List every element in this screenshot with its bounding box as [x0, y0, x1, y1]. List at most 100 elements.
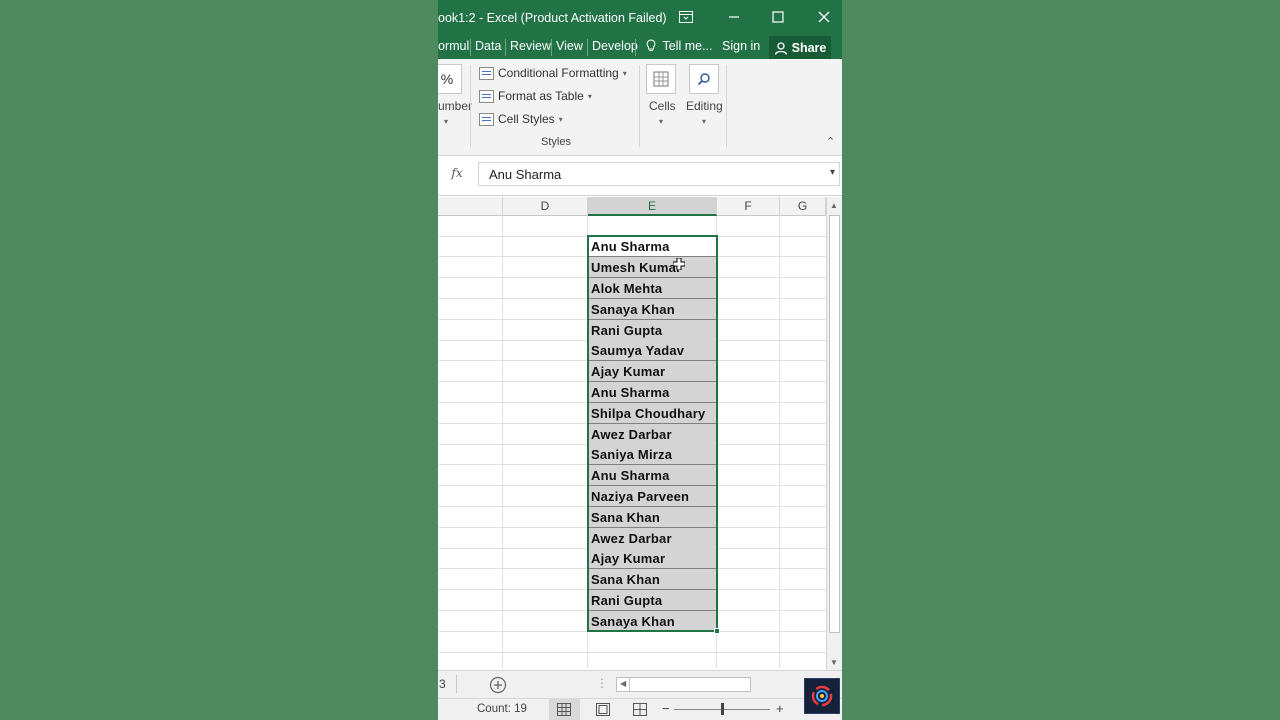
cell-e[interactable]: Ajay Kumar [588, 361, 717, 382]
column-header-e[interactable]: E [588, 197, 717, 216]
tab-split-handle-icon[interactable]: ⋮ [596, 676, 608, 690]
tab-separator [551, 39, 552, 56]
tab-developer[interactable]: Develop [592, 39, 638, 53]
cell-e[interactable]: Sanaya Khan [588, 611, 717, 632]
vertical-scroll-thumb[interactable] [829, 215, 840, 633]
conditional-formatting-label: Conditional Formatting [498, 66, 619, 80]
chevron-down-icon: ▾ [558, 114, 563, 124]
worksheet-grid[interactable]: Anu Sharma Umesh Kumar Alok Mehta Sanaya… [438, 216, 826, 668]
cell-e[interactable]: Sanaya Khan [588, 299, 717, 320]
fill-handle[interactable] [714, 628, 720, 634]
tab-data[interactable]: Data [475, 39, 501, 53]
channel-logo [804, 678, 840, 714]
zoom-slider-thumb[interactable] [721, 703, 724, 715]
format-as-table-button[interactable]: Format as Table ▾ [479, 89, 592, 103]
scroll-down-icon[interactable]: ▼ [830, 658, 838, 667]
row-gridline [438, 652, 826, 653]
normal-view-button[interactable] [549, 699, 580, 720]
sheet-tab[interactable]: 3 [439, 677, 446, 691]
tab-formulas[interactable]: ormul [438, 39, 469, 53]
ribbon-separator [639, 65, 640, 147]
minimize-icon[interactable] [722, 7, 746, 27]
horizontal-scrollbar[interactable]: ◀ [616, 677, 751, 692]
status-bar: Count: 19 − + [438, 698, 842, 720]
page-break-preview-icon[interactable] [633, 703, 647, 716]
cells-icon [653, 71, 669, 87]
cell-e[interactable]: Sana Khan [588, 507, 717, 528]
cell-e[interactable]: Sana Khan [588, 569, 717, 590]
cell-e[interactable]: Alok Mehta [588, 278, 717, 299]
cell-e[interactable]: Rani Gupta [588, 320, 717, 341]
column-header-d[interactable]: D [503, 197, 588, 216]
column-header-g[interactable]: G [780, 197, 826, 216]
tab-view[interactable]: View [556, 39, 583, 53]
formula-input[interactable]: Anu Sharma ▾ [478, 162, 840, 186]
cell-e[interactable]: Awez Darbar [588, 528, 717, 549]
share-button[interactable]: Share [769, 36, 831, 59]
editing-label: Editing [686, 99, 723, 113]
format-as-table-label: Format as Table [498, 89, 584, 103]
tell-me-box[interactable]: Tell me... [646, 39, 713, 53]
column-header-c[interactable] [438, 197, 503, 216]
tab-review[interactable]: Review [510, 39, 551, 53]
ribbon-tabs: ormul Data Review View Develop Tell me..… [438, 36, 842, 59]
new-sheet-icon[interactable] [489, 676, 507, 694]
window-title: ook1:2 - Excel (Product Activation Faile… [438, 11, 667, 25]
collapse-ribbon-icon[interactable]: ⌃ [826, 135, 835, 148]
cell-e-active[interactable]: Anu Sharma [588, 236, 717, 257]
editing-button[interactable] [689, 64, 719, 94]
cell-e[interactable]: Rani Gupta [588, 590, 717, 611]
conditional-formatting-icon [479, 66, 494, 80]
zoom-in-icon[interactable]: + [776, 701, 784, 716]
number-dropdown-icon[interactable]: ▾ [444, 117, 448, 126]
number-group-label: umber [438, 99, 473, 113]
normal-view-icon [557, 703, 571, 716]
cell-e[interactable]: Saumya Yadav [588, 340, 717, 361]
percent-symbol: % [440, 71, 454, 87]
tab-separator [505, 39, 506, 56]
zoom-out-icon[interactable]: − [662, 701, 670, 716]
maximize-icon[interactable] [766, 7, 790, 27]
cell-e[interactable]: Naziya Parveen [588, 486, 717, 507]
tell-me-label: Tell me... [662, 39, 713, 53]
ribbon-separator [726, 65, 727, 147]
cell-e[interactable]: Ajay Kumar [588, 548, 717, 569]
cells-dropdown-icon[interactable]: ▾ [659, 117, 663, 126]
sign-in-link[interactable]: Sign in [722, 39, 760, 53]
expand-formula-bar-icon[interactable]: ▾ [830, 167, 835, 178]
formula-value: Anu Sharma [489, 167, 562, 182]
chevron-down-icon: ▾ [587, 91, 592, 101]
conditional-formatting-button[interactable]: Conditional Formatting ▾ [479, 66, 627, 80]
tab-separator [587, 39, 588, 56]
cell-e[interactable]: Anu Sharma [588, 465, 717, 486]
scrollbar-divider [629, 678, 630, 691]
cell-e[interactable]: Shilpa Choudhary [588, 403, 717, 424]
column-gridline [779, 216, 780, 668]
editing-dropdown-icon[interactable]: ▾ [702, 117, 706, 126]
page-layout-view-icon[interactable] [596, 703, 610, 716]
ribbon-separator [470, 65, 471, 147]
column-header-f[interactable]: F [717, 197, 780, 216]
cell-e[interactable]: Awez Darbar [588, 424, 717, 445]
formula-bar: fx Anu Sharma ▾ [438, 156, 842, 196]
cell-e[interactable]: Anu Sharma [588, 382, 717, 403]
cell-styles-button[interactable]: Cell Styles ▾ [479, 112, 563, 126]
ribbon-display-options-icon[interactable] [674, 7, 698, 27]
scroll-up-icon[interactable]: ▲ [830, 201, 838, 210]
sheet-separator [456, 675, 457, 693]
cell-e[interactable]: Saniya Mirza [588, 444, 717, 465]
logo-emblem-icon [811, 685, 833, 707]
lightbulb-icon [646, 39, 656, 51]
cell-e[interactable]: Umesh Kumar [588, 257, 717, 278]
chevron-down-icon: ▾ [622, 68, 627, 78]
crosshair-cursor-icon [673, 258, 685, 270]
cell-styles-icon [479, 112, 494, 126]
close-icon[interactable] [812, 7, 836, 27]
percent-style-button[interactable]: % [438, 64, 462, 94]
person-icon [774, 41, 787, 55]
vertical-scrollbar[interactable]: ▲ ▼ [826, 197, 842, 670]
cell-styles-label: Cell Styles [498, 112, 555, 126]
scroll-left-icon[interactable]: ◀ [620, 679, 626, 688]
insert-function-icon[interactable]: fx [446, 166, 468, 184]
cells-button[interactable] [646, 64, 676, 94]
